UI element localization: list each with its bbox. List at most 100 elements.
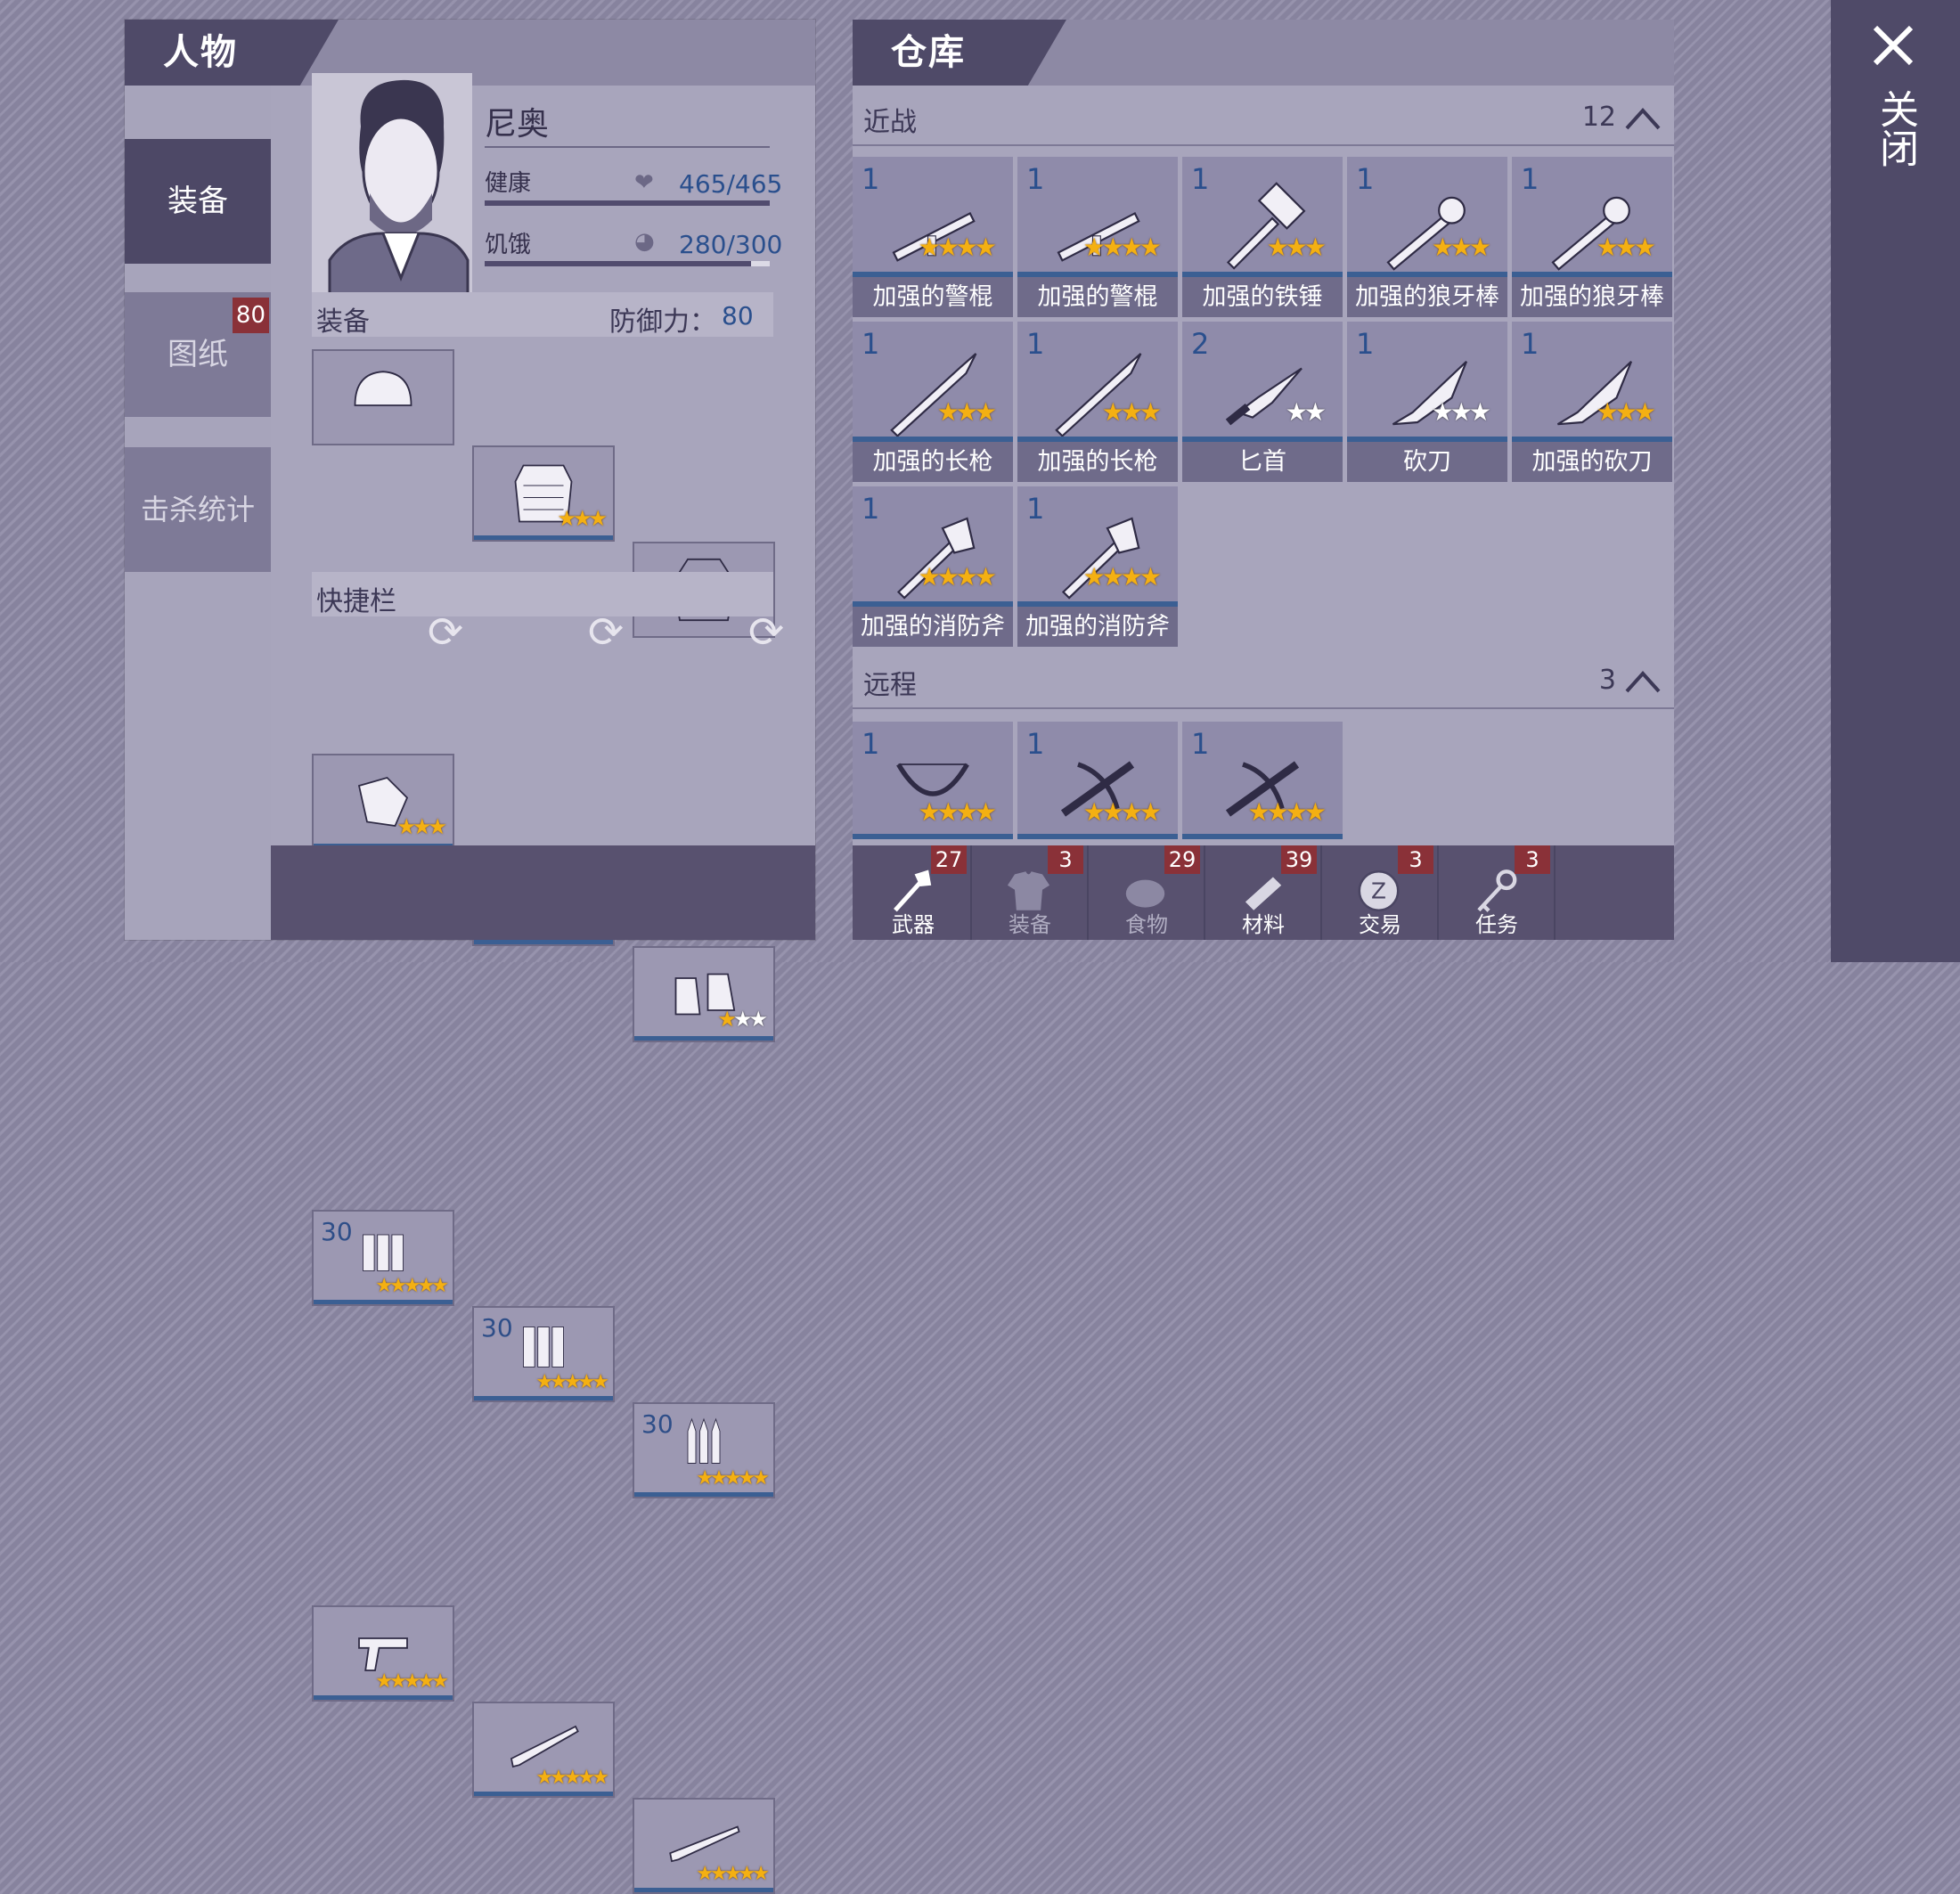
quickbar-slot[interactable]: 30 ★★★★★ — [633, 1402, 775, 1498]
item-quantity: 30 — [321, 1217, 353, 1246]
category-tab[interactable]: 3 装备 — [973, 845, 1089, 940]
star-rating: ★★★★★ — [696, 1863, 770, 1885]
swap-icon[interactable]: ⟳ — [419, 606, 472, 659]
inventory-item[interactable]: 1 ★★★★ 加强的消防斧 — [853, 486, 1013, 647]
mace-icon — [1386, 196, 1466, 271]
machete-icon — [1556, 361, 1633, 426]
star-rating: ★★★ — [1101, 397, 1162, 427]
equipment-slot[interactable] — [312, 349, 454, 445]
warehouse-panel: 仓库 近战 12 1 ★★★★ 加强的警棍 1 ★★★★ 加强的警棍 1 ★★★ 加… — [853, 20, 1674, 940]
item-name: 加强的砍刀 — [1512, 442, 1672, 482]
ranged-label: 远程 — [863, 670, 917, 701]
item-name: 加强的狼牙棒 — [1347, 277, 1507, 317]
quickbar-label: 快捷栏 — [316, 586, 396, 617]
durability-bar — [314, 1300, 453, 1304]
equipment-slot[interactable]: ★★★ — [633, 946, 775, 1042]
warehouse-category-tabs: 27 武器 3 装备 29 食物 39 材料 Z 3 交易 3 任务 — [853, 845, 1674, 940]
spear-icon — [1055, 353, 1142, 437]
chevron-up-icon[interactable] — [1624, 668, 1662, 695]
item-name: 加强的警棍 — [1017, 277, 1178, 317]
star-rating: ★★★ — [1431, 397, 1491, 427]
quickbar-slot[interactable]: 30 ★★★★★ — [312, 1210, 454, 1306]
heart-icon: ❤ — [634, 169, 654, 196]
category-badge: 3 — [1048, 845, 1083, 874]
inventory-item[interactable]: 1 ★★★★ — [1182, 722, 1343, 839]
tab-equipment[interactable]: 装备 — [125, 139, 271, 264]
equipment-slot[interactable]: ★★★ — [312, 754, 454, 850]
category-tab[interactable]: Z 3 交易 — [1323, 845, 1439, 940]
category-tab[interactable]: 3 任务 — [1440, 845, 1556, 940]
inventory-item[interactable]: 1 ★★★ 加强的砍刀 — [1512, 322, 1672, 482]
star-rating: ★★★★ — [1247, 797, 1327, 827]
chevron-up-icon[interactable] — [1624, 105, 1662, 132]
hunger-bar-fill — [485, 261, 751, 266]
inventory-item[interactable]: 1 ★★★ 加强的长枪 — [853, 322, 1013, 482]
ranged-grid: 1 ★★★★ 1 ★★★★ 1 ★★★★ — [853, 722, 1674, 855]
quickbar-slot[interactable]: ★★★★★ — [312, 1605, 454, 1702]
close-sidebar[interactable]: 关闭 — [1831, 0, 1960, 962]
item-name: 匕首 — [1182, 442, 1343, 482]
ranged-section-header[interactable]: 远程 3 — [853, 654, 1674, 709]
quickbar-header: 快捷栏 — [312, 572, 773, 617]
tab-kill-stats-label: 击杀统计 — [140, 493, 255, 527]
health-value: 465/465 — [679, 169, 783, 199]
inventory-item[interactable]: 1 ★★★ 加强的长枪 — [1017, 322, 1178, 482]
baton-icon — [1057, 212, 1140, 262]
quickbar-slot[interactable]: ★★★★★ — [633, 1798, 775, 1894]
inventory-item[interactable]: 1 ★★★★ 加强的消防斧 — [1017, 486, 1178, 647]
character-name: 尼奥 — [485, 106, 550, 143]
category-tab[interactable]: 39 材料 — [1206, 845, 1322, 940]
hammer-icon — [1226, 182, 1306, 270]
star-rating: ★★★★★ — [696, 1467, 770, 1490]
inventory-item[interactable]: 1 ★★★★ — [1017, 722, 1178, 839]
inventory-item[interactable]: 1 ★★★ 加强的铁锤 — [1182, 157, 1343, 317]
quickbar-slot[interactable]: 30 ★★★★★ — [472, 1306, 615, 1402]
star-rating: ★★★ — [717, 1007, 767, 1032]
item-quantity: 30 — [641, 1409, 674, 1439]
star-rating: ★★★★ — [1082, 233, 1162, 262]
close-label[interactable]: 关闭 — [1873, 89, 1918, 167]
star-rating: ★★★★★ — [375, 1670, 449, 1693]
inventory-item[interactable]: 1 ★★★★ — [853, 722, 1013, 839]
category-label: 材料 — [1242, 912, 1285, 937]
star-rating: ★★★★ — [1082, 797, 1162, 827]
inventory-item[interactable]: 1 ★★★★ 加强的警棍 — [853, 157, 1013, 317]
character-footer — [271, 845, 815, 940]
star-rating: ★★★ — [1431, 233, 1491, 262]
star-rating: ★★ — [1285, 397, 1327, 427]
inventory-item[interactable]: 1 ★★★ 加强的狼牙棒 — [1512, 157, 1672, 317]
close-icon[interactable] — [1871, 23, 1915, 68]
tab-blueprints[interactable]: 图纸 80 — [125, 292, 271, 417]
equipment-slot[interactable]: ★★★ — [472, 445, 615, 542]
hunger-bar — [485, 261, 770, 266]
item-quantity: 30 — [481, 1313, 513, 1343]
inventory-item[interactable]: 1 ★★★ 加强的狼牙棒 — [1347, 157, 1507, 317]
quickbar-slot[interactable]: ★★★★★ — [472, 1702, 615, 1798]
fire-axe-icon — [1061, 517, 1140, 600]
category-label: 交易 — [1359, 912, 1401, 937]
melee-count: 12 — [1581, 102, 1616, 133]
category-badge: 3 — [1515, 845, 1550, 874]
swap-icon[interactable]: ⟳ — [739, 606, 793, 659]
inventory-item[interactable]: 1 ★★★★ 加强的警棍 — [1017, 157, 1178, 317]
item-name: 加强的铁锤 — [1182, 277, 1343, 317]
category-tab[interactable]: 27 武器 — [856, 845, 972, 940]
star-rating: ★★★ — [1596, 233, 1656, 262]
machete-icon — [1392, 361, 1468, 426]
dagger-icon — [1225, 367, 1303, 426]
equipment-label: 装备 — [316, 306, 370, 338]
swap-icon[interactable]: ⟳ — [579, 606, 633, 659]
star-rating: ★★★ — [557, 506, 608, 531]
category-tab[interactable]: 29 食物 — [1090, 845, 1205, 940]
item-name: 加强的狼牙棒 — [1512, 277, 1672, 317]
item-name: 加强的警棍 — [853, 277, 1013, 317]
defense-label: 防御力： — [609, 306, 716, 338]
inventory-item[interactable]: 1 ★★★ 砍刀 — [1347, 322, 1507, 482]
tab-kill-stats[interactable]: 击杀统计 — [125, 447, 271, 572]
melee-section-header[interactable]: 近战 12 — [853, 91, 1674, 146]
melee-grid: 1 ★★★★ 加强的警棍 1 ★★★★ 加强的警棍 1 ★★★ 加强的铁锤 1 ★★★… — [853, 157, 1674, 656]
inventory-item[interactable]: 2 ★★ 匕首 — [1182, 322, 1343, 482]
star-rating: ★★★★ — [918, 562, 997, 592]
category-badge: 29 — [1164, 845, 1200, 874]
blueprints-badge: 80 — [232, 298, 269, 333]
